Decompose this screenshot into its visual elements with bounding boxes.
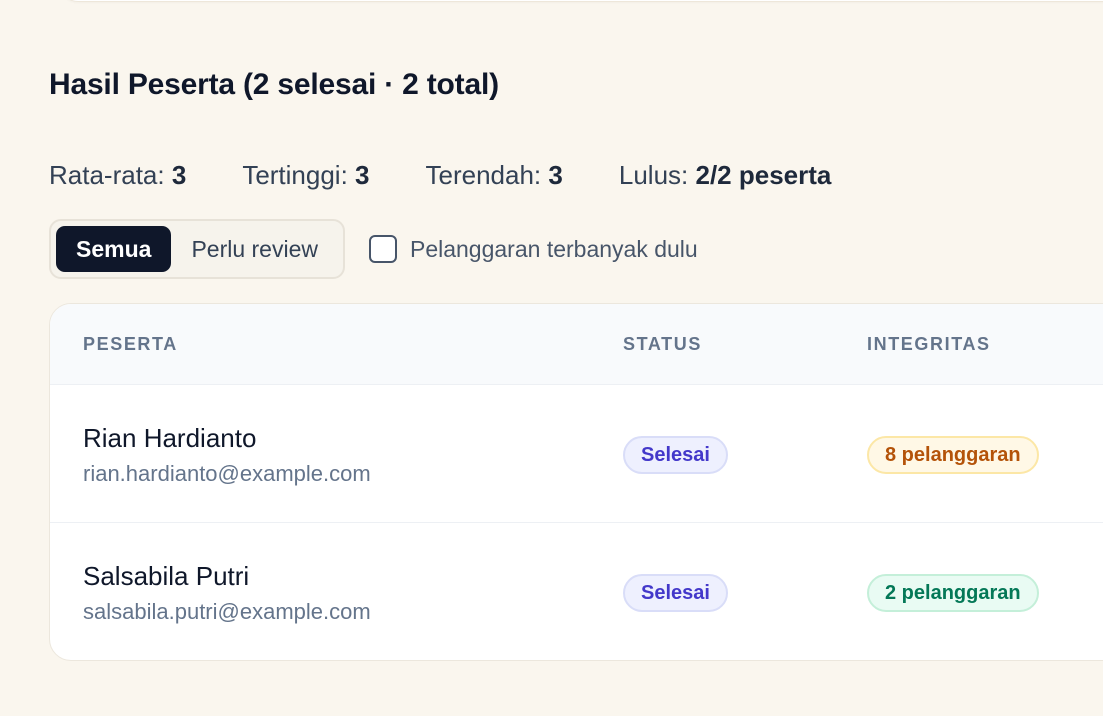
- stat-highest: Tertinggi: 3: [242, 160, 369, 191]
- stat-label: Rata-rata:: [49, 160, 165, 190]
- previous-card: [60, 0, 1103, 2]
- stat-value: 2/2 peserta: [695, 160, 832, 190]
- column-header-status: STATUS: [623, 334, 702, 354]
- filter-row: Semua Perlu review Pelanggaran terbanyak…: [49, 219, 698, 279]
- integrity-badge[interactable]: 8 pelanggaran: [867, 436, 1039, 474]
- stat-average: Rata-rata: 3: [49, 160, 186, 191]
- stat-value: 3: [548, 160, 563, 190]
- filter-all-button[interactable]: Semua: [56, 226, 172, 272]
- integrity-badge[interactable]: 2 pelanggaran: [867, 574, 1039, 612]
- table-row[interactable]: Rian Hardianto rian.hardianto@example.co…: [50, 385, 1103, 523]
- stats-summary: Rata-rata: 3 Tertinggi: 3 Terendah: 3 Lu…: [49, 160, 831, 191]
- table-row[interactable]: Salsabila Putri salsabila.putri@example.…: [50, 523, 1103, 660]
- section-title: Hasil Peserta (2 selesai · 2 total): [49, 68, 499, 101]
- stat-lowest: Terendah: 3: [426, 160, 563, 191]
- status-badge: Selesai: [623, 436, 728, 474]
- sort-by-violations-toggle[interactable]: Pelanggaran terbanyak dulu: [368, 235, 698, 263]
- page: Hasil Peserta (2 selesai · 2 total) Rata…: [0, 0, 1103, 716]
- participant-email: rian.hardianto@example.com: [83, 461, 371, 486]
- participant-name: Salsabila Putri: [83, 561, 250, 591]
- table-header: PESERTA STATUS INTEGRITAS: [50, 304, 1103, 385]
- stat-label: Tertinggi:: [242, 160, 348, 190]
- participant-email: salsabila.putri@example.com: [83, 599, 371, 624]
- column-header-integrity: INTEGRITAS: [867, 334, 991, 354]
- participant-name: Rian Hardianto: [83, 423, 257, 453]
- filter-segmented-control: Semua Perlu review: [49, 219, 345, 279]
- column-header-participant: PESERTA: [83, 334, 178, 354]
- status-badge: Selesai: [623, 574, 728, 612]
- stat-value: 3: [171, 160, 187, 190]
- filter-needs-review-button[interactable]: Perlu review: [171, 226, 338, 272]
- sort-by-violations-checkbox[interactable]: [368, 235, 397, 263]
- sort-by-violations-label: Pelanggaran terbanyak dulu: [409, 235, 698, 262]
- stat-value: 3: [355, 160, 370, 190]
- stat-passed: Lulus: 2/2 peserta: [619, 160, 832, 191]
- stat-label: Lulus:: [618, 160, 689, 190]
- stat-label: Terendah:: [425, 160, 542, 190]
- participants-table: PESERTA STATUS INTEGRITAS Rian Hardianto…: [49, 303, 1103, 661]
